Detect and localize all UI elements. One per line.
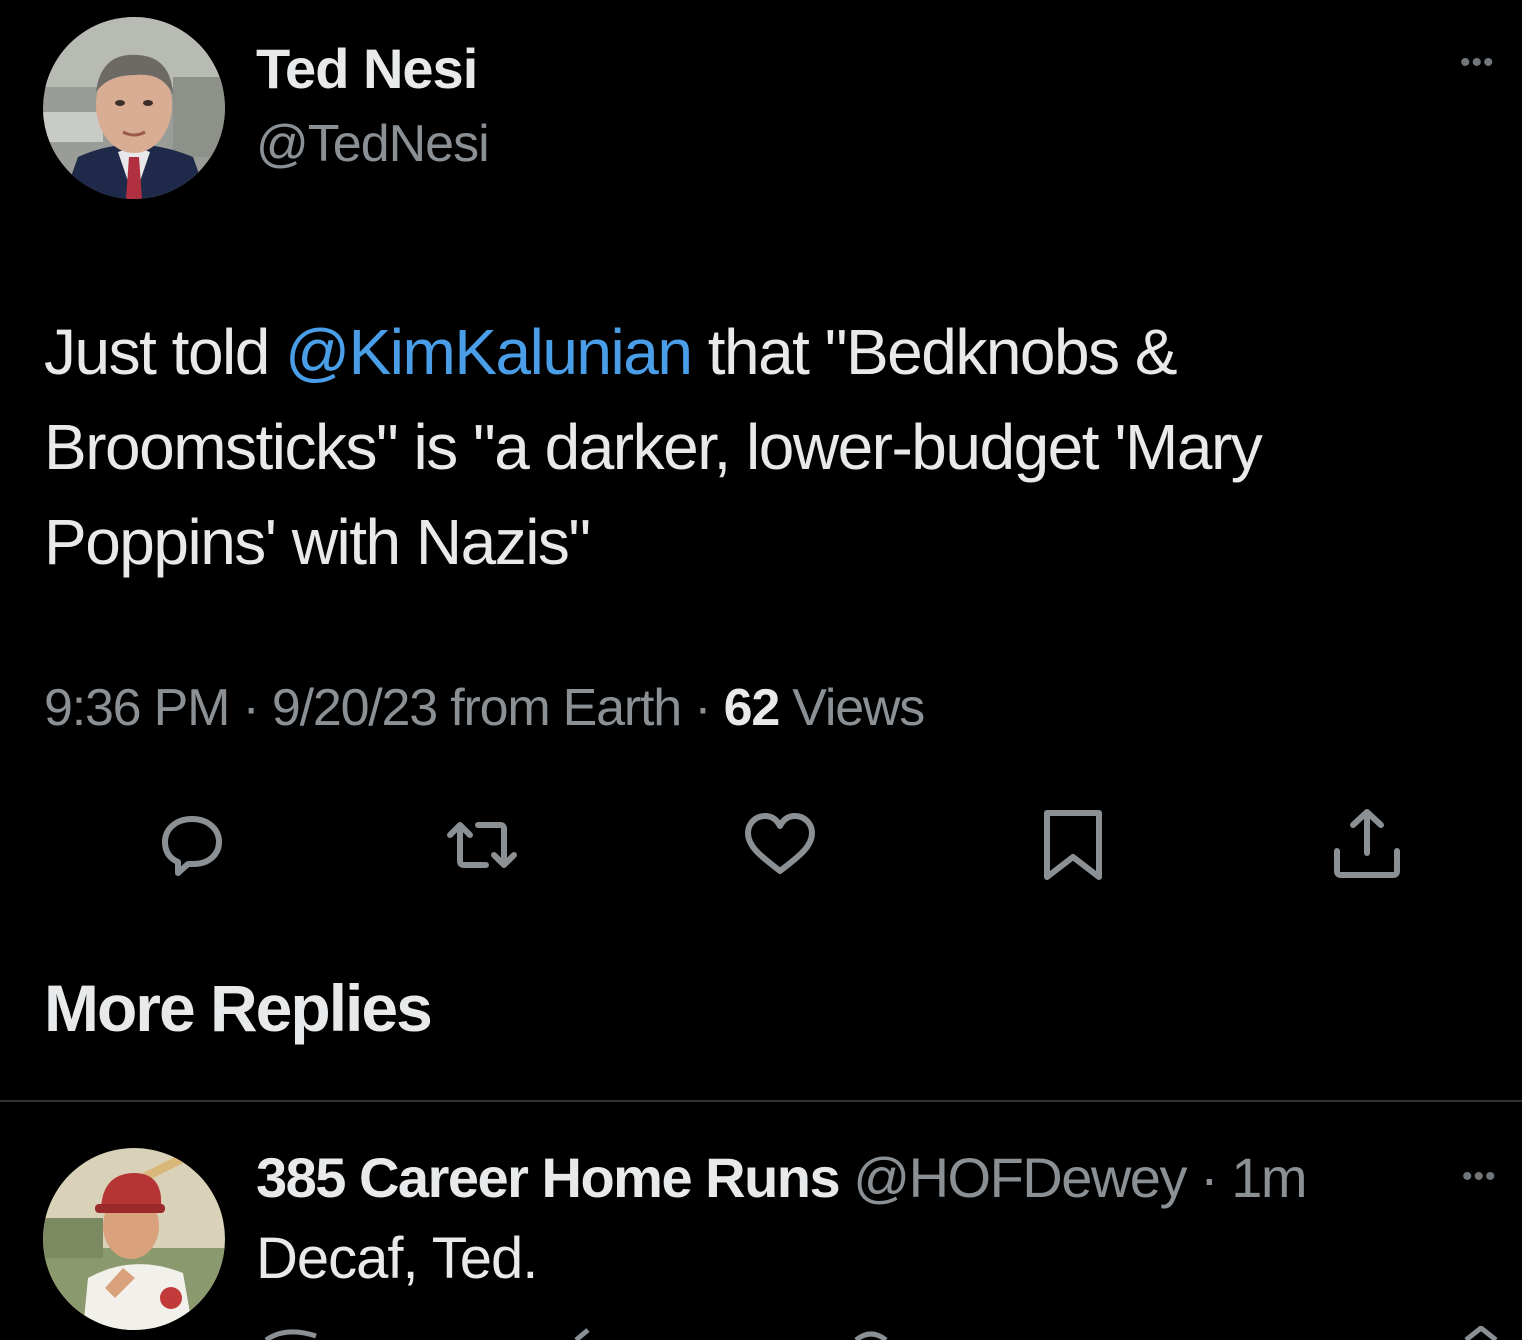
reply-avatar[interactable]	[43, 1148, 225, 1330]
tweet-text-line-3: Poppins' with Nazis"	[44, 506, 591, 578]
meta-separator: ·	[1185, 1146, 1232, 1209]
meta-separator: ·	[229, 679, 272, 737]
more-replies-heading: More Replies	[44, 971, 433, 1045]
tweet-text-segment: that "Bedknobs &	[691, 316, 1178, 388]
author-handle[interactable]: @TedNesi	[256, 114, 490, 174]
views-label[interactable]: Views	[779, 679, 925, 737]
share-icon[interactable]	[1327, 805, 1407, 885]
reply-time[interactable]: 1m	[1231, 1146, 1307, 1209]
tweet-text: Just told @KimKalunian that "Bedknobs & …	[44, 305, 1484, 590]
like-icon[interactable]	[740, 805, 820, 885]
reply-icon[interactable]	[152, 805, 232, 885]
reply-text: Decaf, Ted.	[256, 1226, 538, 1291]
tweet-text-line-1: Just told @KimKalunian that "Bedknobs &	[44, 305, 1484, 400]
divider	[0, 1100, 1522, 1102]
reply-header: 385 Career Home Runs @HOFDewey · 1m	[256, 1145, 1308, 1210]
tweet-time[interactable]: 9:36 PM	[44, 679, 230, 737]
author-name[interactable]: Ted Nesi	[256, 36, 478, 101]
tweet-text-segment: Just told	[44, 316, 286, 388]
views-count[interactable]: 62	[724, 679, 781, 737]
reply-author-name[interactable]: 385 Career Home Runs	[256, 1146, 841, 1209]
tweet-meta: 9:36 PM · 9/20/23 from Earth · 62 Views	[44, 678, 925, 738]
mention-link[interactable]: @KimKalunian	[285, 316, 693, 388]
tweet-text-line-2: Broomsticks" is "a darker, lower-budget …	[44, 411, 1263, 483]
tweet-date-source: 9/20/23 from Earth	[271, 679, 682, 737]
bookmark-icon[interactable]	[1033, 805, 1113, 885]
reply-action-bar	[256, 1326, 1516, 1340]
reply-author-handle[interactable]: @HOFDewey	[839, 1146, 1187, 1209]
retweet-icon[interactable]	[442, 805, 522, 885]
author-avatar[interactable]	[43, 17, 225, 199]
ellipsis-icon[interactable]: •••	[1460, 48, 1495, 78]
meta-separator: ·	[680, 679, 724, 737]
ellipsis-icon[interactable]: •••	[1462, 1162, 1497, 1192]
